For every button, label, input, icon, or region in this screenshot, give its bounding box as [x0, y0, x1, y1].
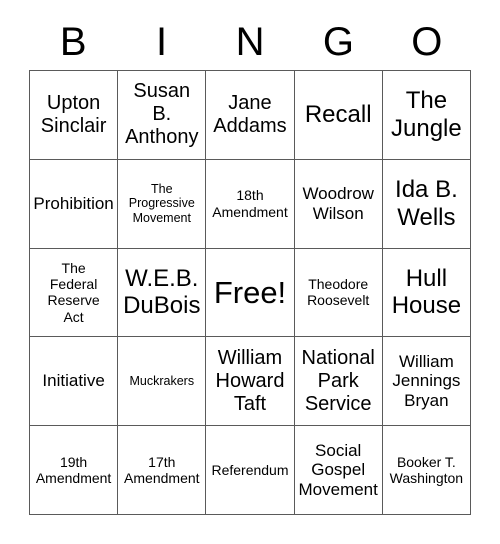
- bingo-cell-label: Booker T. Washington: [389, 453, 464, 487]
- bingo-cell-label: W.E.B. DuBois: [123, 264, 201, 320]
- bingo-cell-r4-c3[interactable]: William Howard Taft: [206, 337, 295, 427]
- bingo-card: B I N G O Upton Sinclair Susan B. Anthony…: [0, 0, 500, 544]
- bingo-cell-r3-c5[interactable]: Hull House: [382, 248, 471, 338]
- bingo-cell-r2-c2[interactable]: The Progressive Movement: [118, 159, 207, 249]
- bingo-cell-label: 18th Amendment: [212, 187, 288, 220]
- bingo-cell-label: Referendum: [211, 461, 289, 478]
- bingo-cell-free-space[interactable]: Free!: [206, 248, 295, 338]
- bingo-cell-r1-c1[interactable]: Upton Sinclair: [30, 71, 119, 160]
- bingo-cell-r1-c2[interactable]: Susan B. Anthony: [118, 71, 207, 160]
- bingo-cell-r4-c4[interactable]: National Park Service: [294, 337, 383, 427]
- bingo-cell-r4-c2[interactable]: Muckrakers: [118, 337, 207, 427]
- bingo-grid: Upton Sinclair Susan B. Anthony Jane Addam…: [29, 70, 471, 515]
- bingo-cell-r5-c2[interactable]: 17th Amendment: [118, 426, 207, 515]
- bingo-cell-label: Social Gospel Movement: [298, 440, 378, 499]
- bingo-cell-r5-c4[interactable]: Social Gospel Movement: [294, 426, 383, 515]
- bingo-cell-r2-c3[interactable]: 18th Amendment: [206, 159, 295, 249]
- bingo-cell-label: Jane Addams: [213, 91, 287, 137]
- bingo-cell-r5-c5[interactable]: Booker T. Washington: [382, 426, 471, 515]
- bingo-cell-label: Hull House: [391, 264, 462, 320]
- bingo-cell-label: 17th Amendment: [124, 453, 200, 487]
- bingo-header-row: B I N G O: [29, 14, 471, 70]
- bingo-cell-r5-c1[interactable]: 19th Amendment: [30, 426, 119, 515]
- bingo-cell-label: Susan B. Anthony: [125, 80, 199, 149]
- bingo-cell-label: Ida B. Wells: [395, 175, 458, 231]
- bingo-cell-r3-c4[interactable]: Theodore Roosevelt: [294, 248, 383, 338]
- bingo-cell-label: Theodore Roosevelt: [307, 276, 370, 309]
- bingo-cell-r2-c1[interactable]: Prohibition: [30, 159, 119, 249]
- bingo-header-letter-g: G: [322, 20, 354, 64]
- bingo-cell-r3-c1[interactable]: The Federal Reserve Act: [30, 248, 119, 338]
- bingo-header-letter-b: B: [59, 20, 87, 64]
- bingo-header-letter-n: N: [235, 20, 265, 64]
- bingo-cell-label: Recall: [304, 100, 372, 128]
- bingo-cell-label: National Park Service: [301, 346, 375, 415]
- bingo-cell-label: Prohibition: [33, 193, 114, 213]
- bingo-cell-r3-c2[interactable]: W.E.B. DuBois: [118, 248, 207, 338]
- bingo-header-letter-o: O: [411, 20, 443, 64]
- bingo-cell-label: Free!: [213, 274, 287, 310]
- bingo-cell-label: The Federal Reserve Act: [47, 260, 100, 325]
- bingo-cell-label: Upton Sinclair: [40, 91, 107, 137]
- bingo-cell-label: The Progressive Movement: [128, 181, 195, 225]
- bingo-cell-label: 19th Amendment: [35, 453, 112, 487]
- bingo-cell-label: William Jennings Bryan: [392, 351, 461, 411]
- bingo-cell-r5-c3[interactable]: Referendum: [206, 426, 295, 515]
- bingo-cell-r4-c1[interactable]: Initiative: [30, 337, 119, 427]
- bingo-cell-r1-c5[interactable]: The Jungle: [382, 71, 471, 160]
- bingo-cell-r1-c4[interactable]: Recall: [294, 71, 383, 160]
- bingo-cell-r1-c3[interactable]: Jane Addams: [206, 71, 295, 160]
- bingo-cell-r2-c5[interactable]: Ida B. Wells: [382, 159, 471, 249]
- bingo-cell-label: The Jungle: [391, 87, 462, 142]
- bingo-cell-label: Initiative: [42, 371, 105, 391]
- bingo-header-letter-i: I: [156, 20, 168, 64]
- bingo-cell-label: William Howard Taft: [215, 346, 285, 415]
- bingo-cell-label: Muckrakers: [129, 374, 195, 389]
- bingo-cell-label: Woodrow Wilson: [302, 183, 374, 223]
- bingo-cell-r2-c4[interactable]: Woodrow Wilson: [294, 159, 383, 249]
- bingo-cell-r4-c5[interactable]: William Jennings Bryan: [382, 337, 471, 427]
